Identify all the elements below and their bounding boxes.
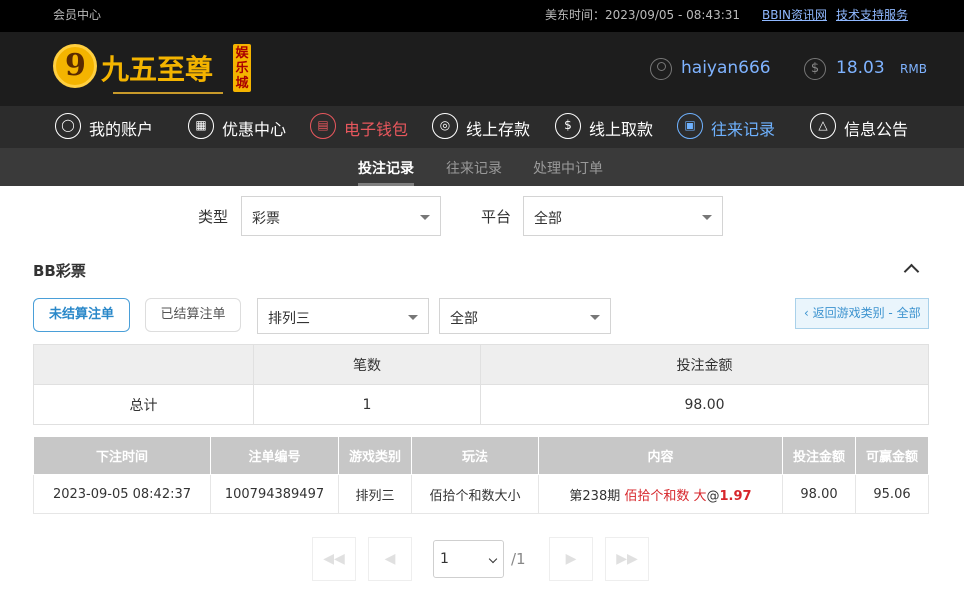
balance-currency: RMB xyxy=(900,62,927,76)
chevron-down-icon xyxy=(590,315,600,320)
column-header: 下注时间 xyxy=(33,436,211,475)
bet-id: 100794389497 xyxy=(210,474,339,514)
section-title: BB彩票 xyxy=(33,262,86,280)
tab-pending-orders[interactable]: 处理中订单 xyxy=(533,158,603,178)
chevron-down-icon xyxy=(488,554,498,564)
first-page-button[interactable]: ◀◀ xyxy=(312,537,356,581)
summary-cell: 总计 xyxy=(33,384,254,425)
sub-select[interactable]: 全部 xyxy=(439,298,611,334)
wallet-icon: ▤ xyxy=(310,113,336,139)
prev-page-button[interactable]: ◀ xyxy=(368,537,412,581)
summary-row: 总计 1 98.00 xyxy=(33,384,929,425)
summary-header-cell: 投注金额 xyxy=(480,344,929,385)
balance-amount: 18.03 xyxy=(836,58,885,78)
logo-tag: 娱乐城 xyxy=(233,44,251,92)
summary-header-row: 笔数 投注金额 xyxy=(33,344,929,385)
page-total: /1 xyxy=(511,550,526,568)
withdraw-icon: $ xyxy=(555,113,581,139)
platform-label: 平台 xyxy=(481,208,512,226)
game-select[interactable]: 排列三 xyxy=(257,298,429,334)
deposit-icon: ◎ xyxy=(432,113,458,139)
column-header: 内容 xyxy=(538,436,783,475)
detail-header-row: 下注时间 注单编号 游戏类别 玩法 内容 投注金额 可赢金额 xyxy=(33,436,929,475)
summary-cell: 98.00 xyxy=(480,384,929,425)
tab-transactions[interactable]: 往来记录 xyxy=(446,158,502,178)
chevron-right-icon: ▶ xyxy=(565,551,577,567)
last-page-button[interactable]: ▶▶ xyxy=(605,537,649,581)
collapse-icon[interactable] xyxy=(904,262,918,276)
page-select[interactable]: 1 xyxy=(433,540,504,578)
column-header: 游戏类别 xyxy=(338,436,412,475)
username: haiyan666 xyxy=(681,58,771,78)
chevron-down-icon xyxy=(408,315,418,320)
type-select[interactable]: 彩票 xyxy=(241,196,441,236)
column-header: 投注金额 xyxy=(782,436,856,475)
dollar-icon: $ xyxy=(804,58,826,80)
summary-cell: 1 xyxy=(253,384,481,425)
platform-select[interactable]: 全部 xyxy=(523,196,723,236)
column-header: 可赢金额 xyxy=(855,436,929,475)
back-to-categories-button[interactable]: ‹ 返回游戏类别 - 全部 xyxy=(795,298,929,329)
user-avatar-icon xyxy=(650,58,672,80)
bet-amount: 98.00 xyxy=(782,474,856,514)
game-type: 排列三 xyxy=(338,474,412,514)
double-chevron-left-icon: ◀◀ xyxy=(323,551,345,567)
top-bar: 会员中心 美东时间：2023/09/05 - 08:43:31 BBIN资讯网 … xyxy=(0,0,964,32)
main-nav: ◯ 我的账户 ▦ 优惠中心 ▤ 电子钱包 ◎ 线上存款 $ 线上取款 ▣ 往来记… xyxy=(0,106,964,148)
summary-table: 笔数 投注金额 总计 1 98.00 xyxy=(33,344,929,425)
chevron-left-icon: ◀ xyxy=(384,551,396,567)
user-icon: ◯ xyxy=(55,113,81,139)
logo[interactable]: 9 九五至尊 娱乐城 xyxy=(53,42,253,100)
tech-support-link[interactable]: 技术支持服务 xyxy=(836,6,908,23)
server-time: 美东时间：2023/09/05 - 08:43:31 xyxy=(545,8,741,22)
record-icon: ▣ xyxy=(677,113,703,139)
chevron-down-icon xyxy=(702,215,712,220)
summary-header-cell: 笔数 xyxy=(253,344,481,385)
play-type: 佰拾个和数大小 xyxy=(411,474,539,514)
bet-detail-table: 下注时间 注单编号 游戏类别 玩法 内容 投注金额 可赢金额 2023-09-0… xyxy=(33,436,929,514)
gift-icon: ▦ xyxy=(188,113,214,139)
win-amount: 95.06 xyxy=(855,474,929,514)
bell-icon: △ xyxy=(810,113,836,139)
bet-time: 2023-09-05 08:42:37 xyxy=(33,474,211,514)
logo-title: 九五至尊 xyxy=(101,53,214,86)
column-header: 注单编号 xyxy=(210,436,339,475)
bbin-news-link[interactable]: BBIN资讯网 xyxy=(762,6,827,23)
tab-bet-records[interactable]: 投注记录 xyxy=(358,158,414,186)
summary-header-cell xyxy=(33,344,254,385)
member-center-link[interactable]: 会员中心 xyxy=(53,6,101,23)
next-page-button[interactable]: ▶ xyxy=(549,537,593,581)
settled-bets-button[interactable]: 已结算注单 xyxy=(145,298,241,332)
logo-icon: 9 xyxy=(53,44,97,88)
chevron-down-icon xyxy=(420,215,430,220)
sub-nav: 投注记录 往来记录 处理中订单 xyxy=(0,148,964,186)
type-label: 类型 xyxy=(198,208,229,226)
double-chevron-right-icon: ▶▶ xyxy=(616,551,638,567)
header: 9 九五至尊 娱乐城 haiyan666 $ 18.03 RMB xyxy=(0,32,964,106)
unsettled-bets-button[interactable]: 未结算注单 xyxy=(33,298,130,332)
bet-content: 第238期 佰拾个和数 大@1.97 xyxy=(538,474,783,514)
table-row: 2023-09-05 08:42:37 100794389497 排列三 佰拾个… xyxy=(33,474,929,514)
logo-decoration xyxy=(113,92,223,94)
column-header: 玩法 xyxy=(411,436,539,475)
